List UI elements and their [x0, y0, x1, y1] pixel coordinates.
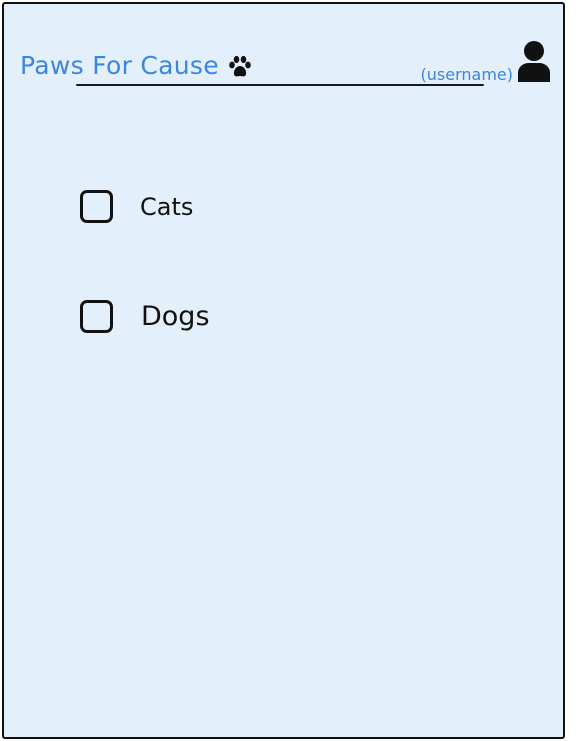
app-frame: Paws For Cause (username) Cats Dogs [2, 2, 565, 739]
option-dogs[interactable]: Dogs [80, 300, 210, 333]
username-label: (username) [420, 64, 513, 84]
user-menu[interactable]: (username) [421, 40, 553, 84]
app-title: Paws For Cause [20, 50, 219, 80]
dogs-checkbox[interactable] [80, 300, 113, 333]
cats-label: Cats [140, 192, 194, 221]
brand[interactable]: Paws For Cause [20, 50, 253, 80]
cats-checkbox[interactable] [80, 190, 113, 223]
paw-icon [227, 54, 253, 80]
header-divider [76, 84, 484, 86]
option-cats[interactable]: Cats [80, 190, 193, 223]
user-icon[interactable] [515, 40, 553, 84]
dogs-label: Dogs [141, 301, 210, 332]
